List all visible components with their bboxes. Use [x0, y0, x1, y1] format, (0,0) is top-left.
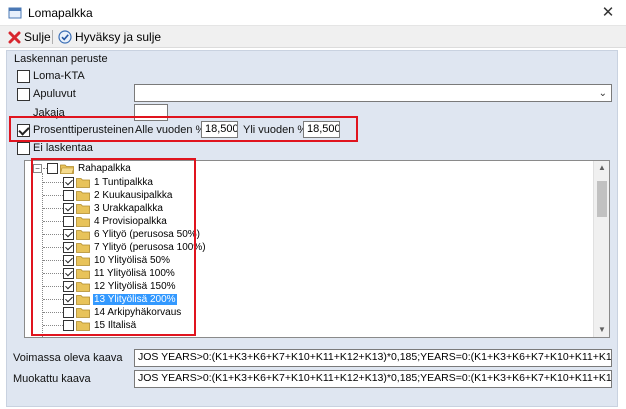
apuluvut-dropdown[interactable]: ⌄	[134, 84, 612, 102]
highlight-box-tree	[31, 158, 196, 336]
red-x-icon	[8, 31, 21, 43]
close-button[interactable]: Sulje	[8, 29, 51, 45]
loma-kta-checkbox[interactable]	[17, 70, 30, 83]
loma-kta-label: Loma-KTA	[33, 70, 85, 82]
apuluvut-checkbox[interactable]	[17, 88, 30, 101]
close-button-label: Sulje	[24, 30, 51, 44]
title-bar: Lomapalkka ✕	[0, 0, 626, 26]
approve-button-label: Hyväksy ja sulje	[75, 30, 162, 44]
modified-formula-label: Muokattu kaava	[13, 373, 91, 385]
scrollbar-thumb[interactable]	[597, 181, 607, 217]
chevron-down-icon: ⌄	[598, 88, 607, 99]
current-formula-label: Voimassa oleva kaava	[13, 352, 123, 364]
tree-vertical-scrollbar[interactable]: ▲ ▼	[593, 161, 609, 337]
scroll-down-arrow-icon[interactable]: ▼	[594, 323, 609, 337]
current-formula-field[interactable]: JOS YEARS>0:(K1+K3+K6+K7+K10+K11+K12+K13…	[134, 349, 612, 367]
apuluvut-label: Apuluvut	[33, 88, 76, 100]
group-title: Laskennan peruste	[14, 53, 108, 65]
check-circle-icon	[58, 30, 72, 44]
scroll-up-arrow-icon[interactable]: ▲	[594, 161, 609, 175]
modified-formula-field[interactable]: JOS YEARS>0:(K1+K3+K6+K7+K10+K11+K12+K13…	[134, 370, 612, 388]
toolbar-separator	[52, 30, 53, 44]
app-window-icon	[8, 7, 22, 19]
window-close-button[interactable]: ✕	[598, 3, 618, 23]
ei-laskentaa-checkbox[interactable]	[17, 142, 30, 155]
highlight-box-percentage	[9, 116, 358, 142]
window-title: Lomapalkka	[28, 6, 93, 20]
ei-laskentaa-label: Ei laskentaa	[33, 142, 93, 154]
toolbar: Sulje Hyväksy ja sulje	[0, 26, 626, 48]
approve-and-close-button[interactable]: Hyväksy ja sulje	[58, 29, 161, 45]
